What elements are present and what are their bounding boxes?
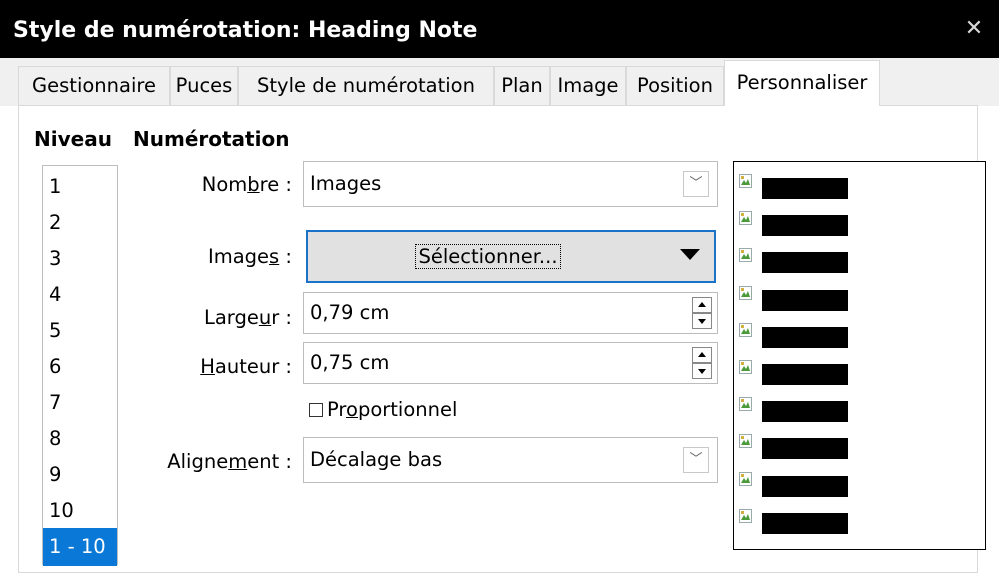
chevron-down-icon: ﹀: [683, 171, 709, 197]
level-item-8[interactable]: 8: [43, 420, 117, 456]
image-bullet-icon: [739, 247, 752, 263]
level-item-all[interactable]: 1 - 10: [43, 528, 117, 566]
preview-bar: [762, 215, 848, 237]
tab-gestionnaire[interactable]: Gestionnaire: [18, 66, 170, 106]
preview-bar: [762, 252, 848, 274]
alignement-label: Alignement :: [167, 450, 292, 473]
chevron-down-icon: ﹀: [683, 447, 709, 473]
tab-personnaliser[interactable]: Personnaliser: [724, 60, 880, 106]
preview-bar: [762, 364, 848, 385]
nombre-select[interactable]: Images ﹀: [303, 161, 718, 207]
image-bullet-icon: [739, 359, 752, 374]
level-item-1[interactable]: 1: [43, 168, 117, 204]
nombre-label: Nombre :: [201, 173, 292, 196]
preview-row: [734, 172, 984, 199]
level-item-10[interactable]: 10: [43, 492, 117, 528]
image-bullet-icon: [739, 285, 752, 300]
preview-row: [734, 358, 984, 385]
level-item-2[interactable]: 2: [43, 204, 117, 240]
image-bullet-icon: [739, 322, 752, 337]
largeur-value: 0,79 cm: [310, 301, 390, 324]
image-bullet-icon: [739, 210, 752, 226]
preview-bar: [762, 438, 848, 460]
close-icon[interactable]: ✕: [959, 14, 989, 44]
select-image-button[interactable]: Sélectionner...: [306, 230, 716, 283]
proportionnel-checkbox[interactable]: Proportionnel: [309, 398, 457, 421]
preview-bar: [762, 326, 848, 348]
hauteur-label: Hauteur :: [200, 355, 292, 378]
image-bullet-icon: [739, 508, 752, 523]
tab-puces[interactable]: Puces: [170, 66, 238, 106]
nombre-dropdown-button[interactable]: ﹀: [677, 162, 717, 206]
level-item-9[interactable]: 9: [43, 456, 117, 492]
preview-row: [734, 470, 984, 497]
largeur-label: Largeur :: [203, 306, 292, 329]
tab-style-de-numerotation[interactable]: Style de numérotation: [238, 66, 494, 106]
level-item-4[interactable]: 4: [43, 276, 117, 312]
nombre-value: Images: [310, 172, 382, 195]
level-item-6[interactable]: 6: [43, 348, 117, 384]
alignement-dropdown-button[interactable]: ﹀: [677, 438, 717, 482]
preview-row: [734, 395, 984, 423]
image-bullet-icon: [739, 471, 752, 486]
preview-row: [734, 432, 984, 460]
preview-row: [734, 284, 984, 311]
level-item-7[interactable]: 7: [43, 384, 117, 420]
largeur-decrement-button[interactable]: [692, 313, 712, 329]
preview-row: [734, 209, 984, 237]
preview-bar: [762, 178, 848, 199]
preview-bar: [762, 475, 848, 497]
dialog-title: Style de numérotation: Heading Note: [13, 18, 478, 43]
image-bullet-icon: [739, 433, 752, 449]
hauteur-decrement-button[interactable]: [692, 363, 712, 379]
largeur-spinbox[interactable]: 0,79 cm: [303, 292, 718, 334]
dropdown-triangle-icon: [680, 249, 700, 260]
title-bar: Style de numérotation: Heading Note ✕: [0, 0, 999, 58]
preview-bar: [762, 289, 848, 311]
preview-bar: [762, 512, 848, 534]
select-image-label: Sélectionner...: [415, 244, 561, 269]
hauteur-value: 0,75 cm: [310, 351, 390, 374]
level-header: Niveau: [34, 127, 112, 151]
preview-bar: [762, 401, 848, 423]
level-list[interactable]: 1 2 3 4 5 6 7 8 9 10 1 - 10: [42, 165, 118, 566]
preview-row: [734, 246, 984, 274]
numbering-header: Numérotation: [133, 127, 290, 151]
numbering-preview: [733, 161, 986, 550]
level-item-5[interactable]: 5: [43, 312, 117, 348]
checkbox-icon[interactable]: [309, 403, 323, 417]
preview-row: [734, 321, 984, 348]
hauteur-increment-button[interactable]: [692, 347, 712, 363]
tab-position[interactable]: Position: [626, 66, 724, 106]
preview-row: [734, 507, 984, 534]
image-bullet-icon: [739, 173, 752, 188]
tab-plan[interactable]: Plan: [494, 66, 550, 106]
images-label: Images :: [207, 245, 292, 268]
largeur-increment-button[interactable]: [692, 297, 712, 313]
level-item-3[interactable]: 3: [43, 240, 117, 276]
alignement-select[interactable]: Décalage bas ﹀: [303, 437, 718, 483]
hauteur-spinbox[interactable]: 0,75 cm: [303, 342, 718, 384]
image-bullet-icon: [739, 396, 752, 412]
tab-image[interactable]: Image: [550, 66, 626, 106]
alignement-value: Décalage bas: [310, 448, 443, 471]
tab-strip: Gestionnaire Puces Style de numérotation…: [0, 58, 999, 106]
